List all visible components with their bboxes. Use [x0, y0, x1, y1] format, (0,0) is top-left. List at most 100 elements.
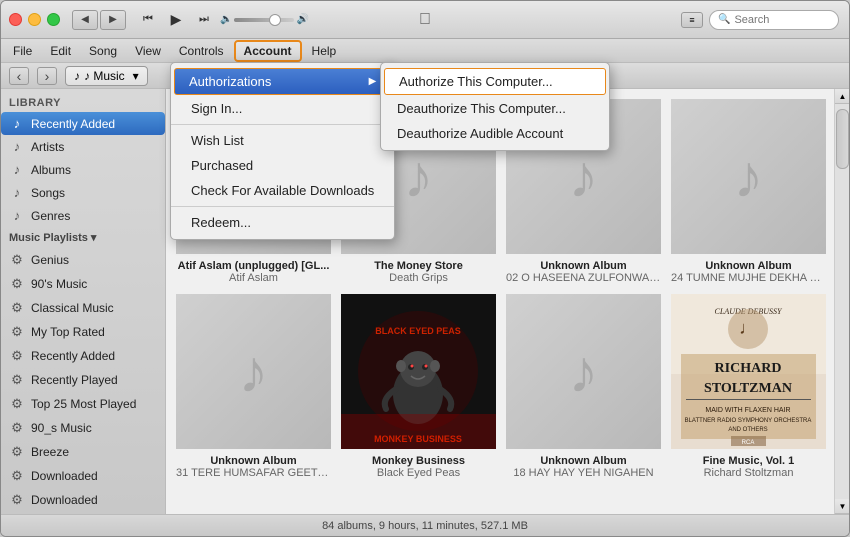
- sidebar-item-recently-added-pl[interactable]: ⚙ Recently Added: [1, 344, 165, 368]
- menu-item-check-downloads[interactable]: Check For Available Downloads: [171, 178, 394, 203]
- 90s-music-icon: ⚙: [9, 420, 25, 436]
- scroll-up-button[interactable]: ▲: [835, 89, 849, 104]
- authorize-computer-item[interactable]: Authorize This Computer...: [384, 68, 606, 95]
- svg-text:♩: ♩: [739, 318, 757, 338]
- album-cover-fine-music: CLAUDE DEBUSSY RICHARD STOLTZMAN MAID WI…: [671, 294, 826, 449]
- sec-forward-button[interactable]: ›: [37, 67, 57, 85]
- album-artist: 02 O HASEENA ZULFONWALE...: [506, 272, 661, 284]
- sidebar-item-90s[interactable]: ⚙ 90's Music: [1, 272, 165, 296]
- rewind-button[interactable]: ⏮: [136, 10, 160, 30]
- list-view-button[interactable]: ≡: [681, 12, 703, 28]
- deauthorize-computer-item[interactable]: Deauthorize This Computer...: [381, 96, 609, 121]
- recently-played-icon: ⚙: [9, 372, 25, 388]
- album-item[interactable]: ♪ Unknown Album 24 TUMNE MUJHE DEKHA HO.…: [671, 99, 826, 284]
- menu-account[interactable]: Account: [234, 40, 302, 62]
- menu-item-purchased[interactable]: Purchased: [171, 153, 394, 178]
- authorizations-submenu[interactable]: Authorize This Computer... Deauthorize T…: [380, 62, 610, 151]
- nav-forward-button[interactable]: ▶: [100, 10, 126, 30]
- top25-label: Top 25 Most Played: [31, 397, 136, 411]
- authorizations-label: Authorizations: [189, 74, 271, 89]
- menu-view[interactable]: View: [127, 41, 169, 61]
- album-cover-monkey: BLACK EYED PEAS: [341, 294, 496, 449]
- sidebar-item-genius[interactable]: ⚙ Genius: [1, 248, 165, 272]
- music-note-placeholder: ♪: [569, 142, 599, 211]
- sidebar-item-songs[interactable]: ♪ Songs: [1, 181, 165, 204]
- album-cover: ♪: [176, 294, 331, 449]
- volume-low-icon: 🔈: [220, 14, 232, 25]
- sidebar-item-top25[interactable]: ⚙ Top 25 Most Played: [1, 392, 165, 416]
- sidebar-item-recently-played[interactable]: ⚙ Recently Played: [1, 368, 165, 392]
- album-cover: ♪: [671, 99, 826, 254]
- album-item[interactable]: ♪ Unknown Album 18 HAY HAY YEH NIGAHEN: [506, 294, 661, 479]
- album-artist: Richard Stoltzman: [704, 467, 794, 479]
- recently-added-icon: ♪: [9, 116, 25, 131]
- menu-edit[interactable]: Edit: [42, 41, 79, 61]
- scrollbar[interactable]: ▲ ▼: [834, 89, 849, 514]
- album-item[interactable]: ♪ Unknown Album 31 TERE HUMSAFAR GEET HA…: [176, 294, 331, 479]
- sidebar-item-top-rated[interactable]: ⚙ My Top Rated: [1, 320, 165, 344]
- music-note-placeholder: ♪: [239, 337, 269, 406]
- account-dropdown[interactable]: Authorizations ▶ Sign In... Wish List Pu…: [170, 62, 395, 240]
- minimize-button[interactable]: [28, 13, 41, 26]
- deauthorize-audible-label: Deauthorize Audible Account: [397, 126, 563, 141]
- statusbar: 84 albums, 9 hours, 11 minutes, 527.1 MB: [1, 514, 849, 536]
- music-selector[interactable]: ♪ ♪ Music ▾: [65, 66, 148, 86]
- sec-back-button[interactable]: ‹: [9, 67, 29, 85]
- volume-high-icon: 🔊: [296, 14, 308, 25]
- album-item-monkey[interactable]: BLACK EYED PEAS: [341, 294, 496, 479]
- album-title: Unknown Album: [705, 260, 791, 272]
- play-button[interactable]: ▶: [164, 10, 188, 30]
- menubar: File Edit Song View Controls Account Hel…: [1, 39, 849, 63]
- fastforward-button[interactable]: ⏭: [192, 10, 216, 30]
- close-button[interactable]: [9, 13, 22, 26]
- sidebar-item-albums[interactable]: ♪ Albums: [1, 158, 165, 181]
- svg-text:STOLTZMAN: STOLTZMAN: [704, 381, 792, 396]
- volume-slider[interactable]: 🔈 🔊: [220, 14, 309, 25]
- sidebar-item-breeze[interactable]: ⚙ Breeze: [1, 440, 165, 464]
- downloaded2-icon: ⚙: [9, 492, 25, 508]
- album-title: Fine Music, Vol. 1: [703, 455, 794, 467]
- sidebar-item-genres[interactable]: ♪ Genres: [1, 204, 165, 227]
- sidebar-item-classical[interactable]: ⚙ Classical Music: [1, 296, 165, 320]
- scroll-down-button[interactable]: ▼: [835, 499, 849, 514]
- album-item-fine-music[interactable]: CLAUDE DEBUSSY RICHARD STOLTZMAN MAID WI…: [671, 294, 826, 479]
- menu-help[interactable]: Help: [304, 41, 345, 61]
- albums-icon: ♪: [9, 162, 25, 177]
- menu-item-redeem[interactable]: Redeem...: [171, 210, 394, 235]
- sidebar-item-downloaded2[interactable]: ⚙ Downloaded: [1, 488, 165, 512]
- downloaded2-label: Downloaded: [31, 493, 98, 507]
- sidebar: Library ♪ Recently Added ♪ Artists ♪ Alb…: [1, 89, 166, 514]
- menu-item-wishlist[interactable]: Wish List: [171, 128, 394, 153]
- authorize-computer-label: Authorize This Computer...: [399, 74, 553, 89]
- scroll-thumb[interactable]: [836, 109, 849, 169]
- sidebar-item-recently-added[interactable]: ♪ Recently Added: [1, 112, 165, 135]
- playlists-header[interactable]: Music Playlists ▾: [1, 227, 165, 248]
- volume-thumb[interactable]: [269, 14, 281, 26]
- menu-controls[interactable]: Controls: [171, 41, 232, 61]
- songs-label: Songs: [31, 186, 65, 200]
- maximize-button[interactable]: [47, 13, 60, 26]
- music-note-placeholder: ♪: [404, 142, 434, 211]
- album-cover: ♪: [506, 294, 661, 449]
- library-header: Library: [1, 89, 165, 112]
- deauthorize-computer-label: Deauthorize This Computer...: [397, 101, 566, 116]
- purchased-label: Purchased: [191, 158, 253, 173]
- album-title: Atif Aslam (unplugged) [GL...: [178, 260, 330, 272]
- album-artist: 18 HAY HAY YEH NIGAHEN: [513, 467, 653, 479]
- sidebar-item-artists[interactable]: ♪ Artists: [1, 135, 165, 158]
- search-box[interactable]: 🔍: [709, 10, 839, 30]
- menu-song[interactable]: Song: [81, 41, 125, 61]
- scroll-track[interactable]: [835, 104, 849, 499]
- sidebar-item-90s-music[interactable]: ⚙ 90_s Music: [1, 416, 165, 440]
- svg-text:BLATTNER RADIO SYMPHONY ORCHES: BLATTNER RADIO SYMPHONY ORCHESTRA: [685, 418, 812, 424]
- nav-back-button[interactable]: ◀: [72, 10, 98, 30]
- titlebar: ◀ ▶ ⏮ ▶ ⏭ 🔈 🔊  ≡ 🔍: [1, 1, 849, 39]
- sidebar-item-downloaded1[interactable]: ⚙ Downloaded: [1, 464, 165, 488]
- genius-icon: ⚙: [9, 252, 25, 268]
- search-input[interactable]: [734, 14, 830, 26]
- menu-item-signin[interactable]: Sign In...: [171, 96, 394, 121]
- menu-file[interactable]: File: [5, 41, 40, 61]
- playback-controls: ⏮ ▶ ⏭: [136, 10, 216, 30]
- deauthorize-audible-item[interactable]: Deauthorize Audible Account: [381, 121, 609, 146]
- menu-item-authorizations[interactable]: Authorizations ▶: [174, 68, 391, 95]
